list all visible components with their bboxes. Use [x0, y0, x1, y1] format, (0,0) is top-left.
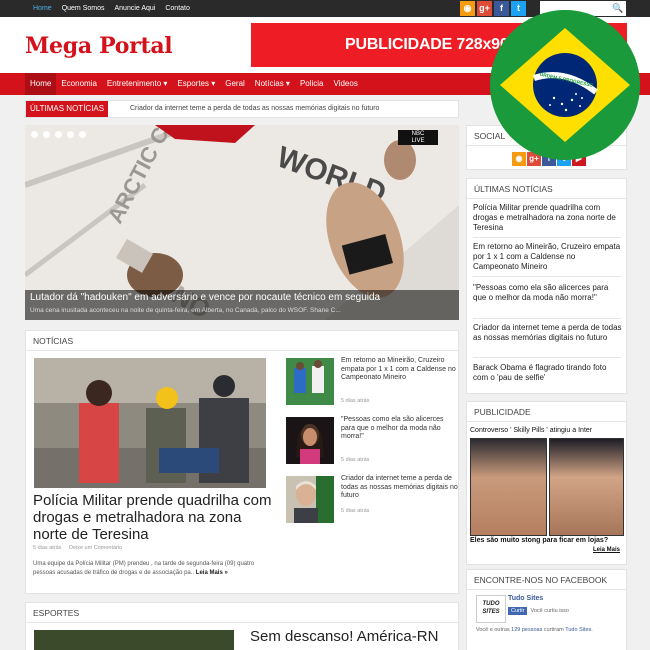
noticias-section: NOTÍCIAS Polícia Militar prende quadrilh…	[25, 330, 459, 594]
news-ticker: ÚLTIMAS NOTÍCIAS Criador da internet tem…	[25, 100, 459, 118]
latest-news-item[interactable]: "Pessoas como ela são alicerces para que…	[473, 283, 623, 303]
slider-dot[interactable]	[31, 131, 38, 138]
site-logo[interactable]: Mega Portal	[25, 33, 173, 59]
brazil-flag-icon: ORDEM E PROGRESSO	[490, 10, 640, 160]
sidebar-latest-news: ÚLTIMAS NOTÍCIAS Polícia Militar prende …	[466, 178, 627, 394]
nav-item-geral[interactable]: Geral	[220, 73, 250, 95]
divider	[473, 237, 621, 238]
esportes-article-title[interactable]: Sem descanso! América-RN	[250, 628, 460, 645]
side-article-title[interactable]: Criador da internet teme a perda de toda…	[341, 475, 459, 501]
facebook-like-row: Curtir Você curtiu isso	[508, 607, 569, 615]
rss-icon[interactable]: ◉	[460, 1, 475, 16]
esportes-section: ESPORTES Sem descanso! América-RN	[25, 602, 459, 650]
side-article-date: 5 dias atrás	[341, 398, 370, 404]
top-link-anuncie[interactable]: Anuncie Aqui	[109, 5, 160, 12]
facebook-heading: ENCONTRE-NOS NO FACEBOOK	[467, 570, 626, 590]
latest-news-item[interactable]: Barack Obama é flagrado tirando foto com…	[473, 363, 623, 383]
noticias-heading: NOTÍCIAS	[26, 331, 458, 351]
search-icon[interactable]: 🔍	[610, 1, 626, 16]
sidebar-facebook: ENCONTRE-NOS NO FACEBOOK TUDO SITES Tudo…	[466, 569, 627, 650]
ad-photo-right	[549, 438, 624, 536]
featured-slider[interactable]: ARCTIC CHILLER WORLD NO NBC LIVE Lutador…	[25, 125, 459, 320]
side-article[interactable]: "Pessoas como ela são alicerces para que…	[286, 416, 459, 467]
top-links: Home Quem Somos Anuncie Aqui Contato	[28, 0, 195, 17]
top-link-quem-somos[interactable]: Quem Somos	[57, 5, 110, 12]
slider-dot[interactable]	[79, 131, 86, 138]
nav-item-home[interactable]: Home	[25, 73, 57, 95]
ad-photo-left	[470, 438, 547, 536]
main-article-summary: Uma equipe da Polícia Militar (PM) prend…	[33, 560, 278, 578]
side-article-date: 5 dias atrás	[341, 457, 370, 463]
side-article-thumb[interactable]	[286, 358, 334, 405]
divider	[473, 276, 621, 277]
top-link-home[interactable]: Home	[28, 5, 57, 12]
nav-item-entretenimento[interactable]: Entretenimento ▾	[102, 73, 173, 95]
facebook-like-button[interactable]: Curtir	[508, 607, 528, 615]
ticker-text[interactable]: Criador da internet teme a perda de toda…	[130, 101, 379, 117]
slider-title[interactable]: Lutador dá "hadouken" em adversário e ve…	[30, 292, 380, 303]
slider-dot[interactable]	[43, 131, 50, 138]
ad-headline[interactable]: Controverso ' Skilly Pills ' atingiu a I…	[470, 427, 592, 434]
side-article[interactable]: Criador da internet teme a perda de toda…	[286, 475, 459, 526]
side-article[interactable]: Em retorno ao Mineirão, Cruzeiro empata …	[286, 357, 459, 408]
article-date: 5 dias atrás	[33, 545, 62, 551]
fb-count-page[interactable]: Tudo Sites.	[565, 627, 593, 633]
sidebar-publicidade: PUBLICIDADE Controverso ' Skilly Pills '…	[466, 401, 627, 565]
nav-item-noticias[interactable]: Notícias ▾	[250, 73, 295, 95]
nav-item-videos[interactable]: Videos	[329, 73, 363, 95]
divider	[473, 357, 621, 358]
brazil-flag-badge: ORDEM E PROGRESSO	[490, 10, 640, 160]
side-article-thumb[interactable]	[286, 476, 334, 523]
latest-news-item[interactable]: Criador da internet teme a perda de toda…	[473, 323, 623, 343]
nav-item-esportes[interactable]: Esportes ▾	[172, 73, 220, 95]
latest-news-item[interactable]: Polícia Militar prende quadrilha com dro…	[473, 203, 623, 233]
top-social-icons: ◉ g+ f t	[460, 1, 526, 16]
ticker-label: ÚLTIMAS NOTÍCIAS	[26, 101, 109, 117]
slider-caption: Lutador dá "hadouken" em adversário e ve…	[25, 290, 459, 320]
google-plus-icon[interactable]: g+	[477, 1, 492, 16]
slider-dot[interactable]	[67, 131, 74, 138]
main-article-image[interactable]	[34, 358, 266, 488]
comment-link[interactable]: Deixe um Comentário	[69, 545, 122, 551]
slider-dot[interactable]	[55, 131, 62, 138]
latest-news-heading: ÚLTIMAS NOTÍCIAS	[467, 179, 626, 199]
nav-item-economia[interactable]: Economia	[56, 73, 102, 95]
ad-read-more[interactable]: Leia Mais	[593, 547, 620, 553]
main-article-title[interactable]: Polícia Militar prende quadrilha com dro…	[33, 492, 273, 543]
facebook-like-count: Você e outras 129 pessoas curtiram Tudo …	[476, 627, 593, 633]
divider	[473, 318, 621, 319]
sidebar-ad[interactable]: Controverso ' Skilly Pills ' atingiu a I…	[470, 426, 624, 560]
side-article-title[interactable]: "Pessoas como ela são alicerces para que…	[341, 416, 459, 442]
ad-subline[interactable]: Eles são muito stong para ficar em lojas…	[470, 537, 608, 544]
fb-count-pre: Você e outras	[476, 627, 510, 633]
facebook-page-logo[interactable]: TUDO SITES	[476, 595, 506, 623]
facebook-like-text: Você curtiu isso	[530, 608, 569, 614]
facebook-icon[interactable]: f	[494, 1, 509, 16]
rss-icon[interactable]: ◉	[512, 152, 526, 166]
nbc-live-badge: NBC LIVE	[398, 130, 438, 145]
top-link-contato[interactable]: Contato	[160, 5, 195, 12]
latest-news-item[interactable]: Em retorno ao Mineirão, Cruzeiro empata …	[473, 242, 623, 272]
side-article-date: 5 dias atrás	[341, 508, 370, 514]
side-article-title[interactable]: Em retorno ao Mineirão, Cruzeiro empata …	[341, 357, 459, 383]
twitter-icon[interactable]: t	[511, 1, 526, 16]
nav-item-policia[interactable]: Policia	[295, 73, 329, 95]
slider-summary: Uma cena inusitada aconteceu na noite de…	[30, 307, 341, 314]
esportes-heading: ESPORTES	[26, 603, 458, 623]
publicidade-heading: PUBLICIDADE	[467, 402, 626, 422]
esportes-article-image[interactable]	[34, 630, 234, 650]
fb-count-post: curtiram	[543, 627, 564, 633]
main-article-meta: 5 dias atrás Deixe um Comentário	[33, 545, 128, 551]
read-more-link[interactable]: Leia Mais »	[196, 570, 228, 576]
side-article-thumb[interactable]	[286, 417, 334, 464]
fb-count-num[interactable]: 129 pessoas	[511, 627, 542, 633]
facebook-page-name[interactable]: Tudo Sites	[508, 595, 543, 602]
slider-dots	[31, 131, 86, 138]
